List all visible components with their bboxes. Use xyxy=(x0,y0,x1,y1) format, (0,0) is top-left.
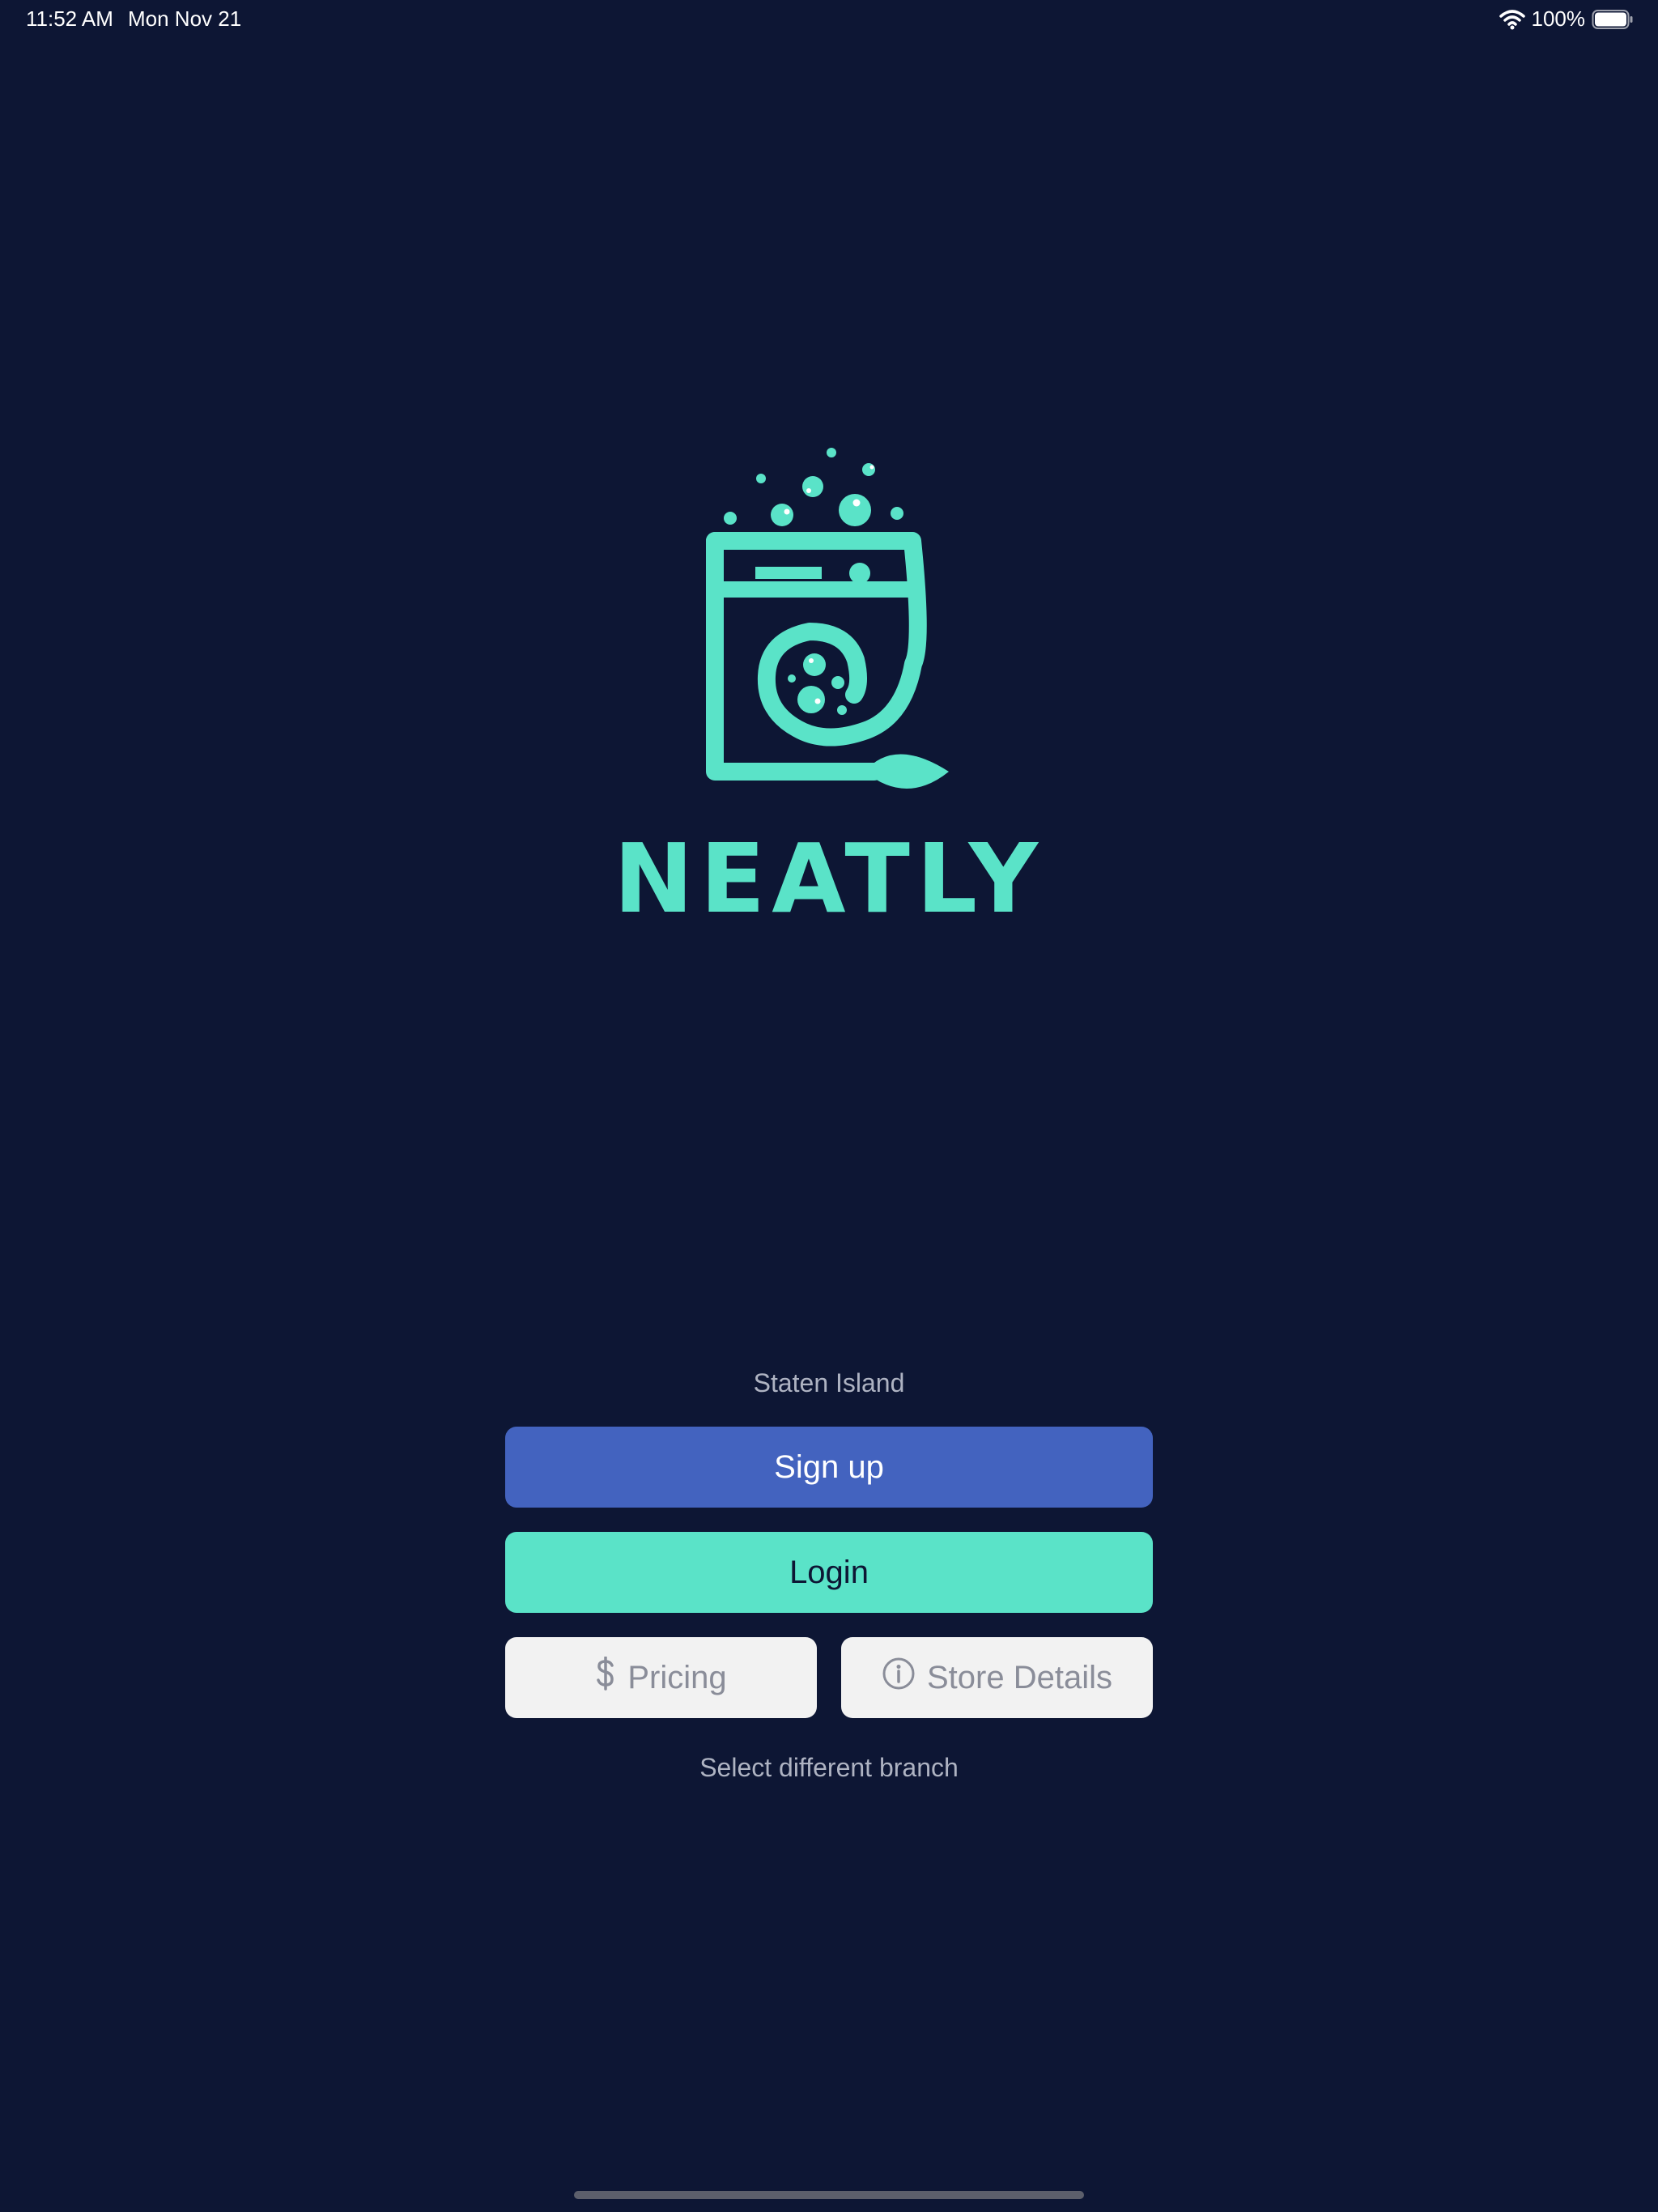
login-button[interactable]: Login xyxy=(505,1532,1153,1613)
info-icon xyxy=(882,1657,916,1699)
washing-machine-logo-icon xyxy=(706,448,949,789)
store-details-button[interactable]: Store Details xyxy=(841,1637,1153,1718)
status-time: 11:52 AM xyxy=(26,6,113,31)
status-bar: 11:52 AM Mon Nov 21 100% xyxy=(0,0,1658,39)
home-indicator[interactable] xyxy=(574,2191,1084,2199)
status-date: Mon Nov 21 xyxy=(128,6,242,31)
status-indicators: 100% xyxy=(1499,6,1635,32)
battery-percent: 100% xyxy=(1531,6,1586,31)
location-label: Staten Island xyxy=(753,1368,905,1397)
logo: NEATLY xyxy=(0,437,1658,931)
brand-name: NEATLY xyxy=(613,823,1045,934)
store-details-label: Store Details xyxy=(927,1659,1112,1695)
pricing-button[interactable]: Pricing xyxy=(505,1637,817,1718)
battery-icon xyxy=(1592,9,1634,30)
wifi-icon xyxy=(1499,9,1525,30)
dollar-icon xyxy=(595,1656,616,1699)
select-branch-link[interactable]: Select different branch xyxy=(0,1753,1658,1783)
pricing-label: Pricing xyxy=(627,1659,727,1695)
sign-up-button[interactable]: Sign up xyxy=(505,1427,1153,1508)
